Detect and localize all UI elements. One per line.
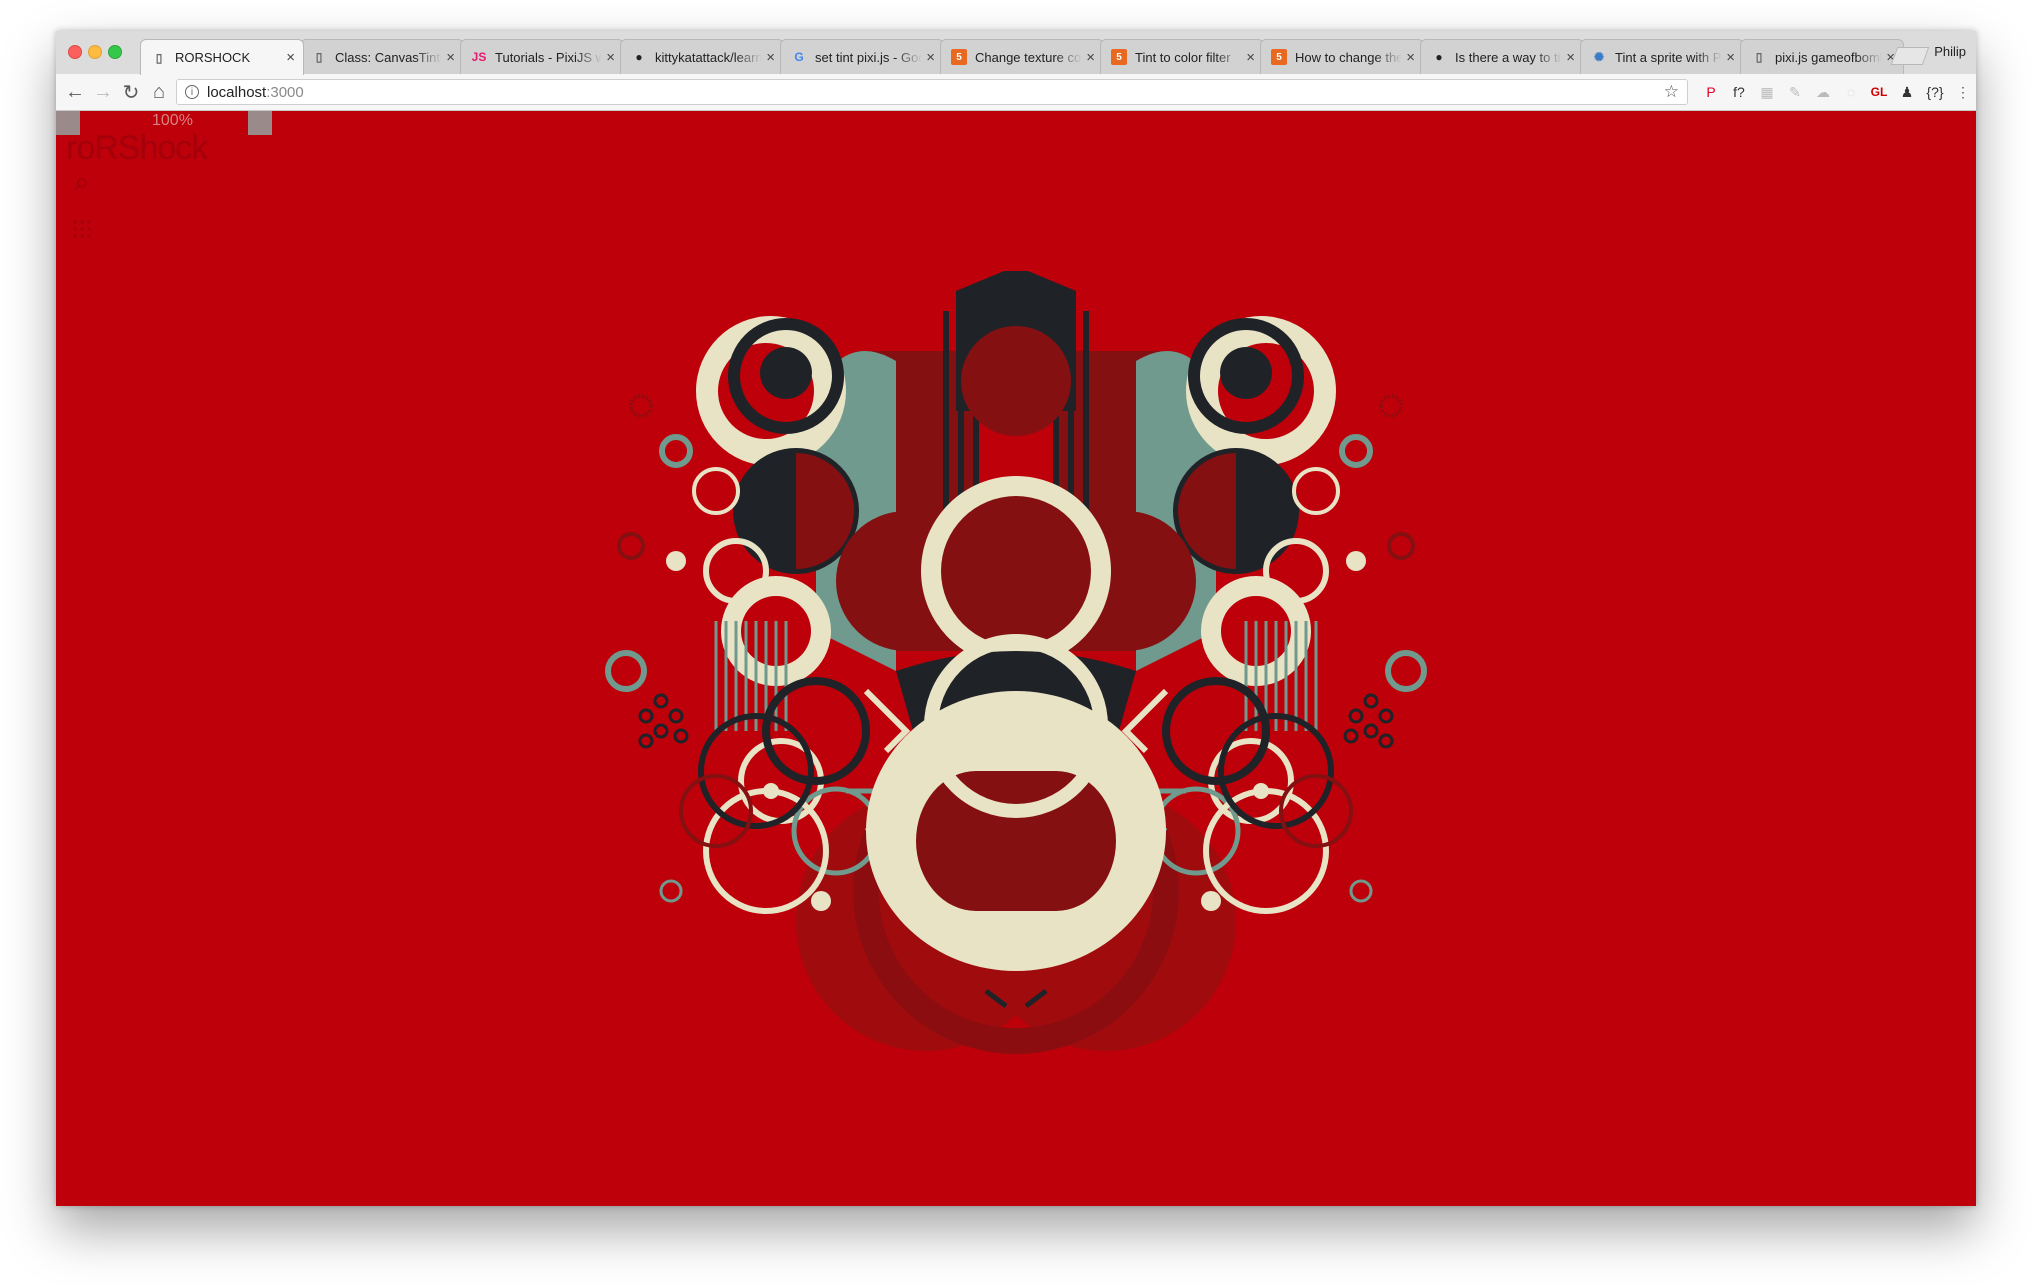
url-host: localhost — [207, 83, 267, 101]
json-formatter-icon[interactable]: {?} — [1924, 82, 1946, 102]
grid-icon[interactable] — [72, 219, 92, 239]
tab-title: Tint to color filter — [1135, 49, 1231, 65]
close-tab-icon[interactable]: × — [926, 49, 935, 66]
tab-title: Tutorials - PixiJS wiki — [495, 49, 602, 65]
page-icon: ▯ — [155, 50, 163, 65]
close-tab-icon[interactable]: × — [286, 49, 295, 66]
tab-title: Change texture color — [975, 49, 1082, 65]
webgl-inspector-icon[interactable]: GL — [1868, 82, 1890, 102]
tab-4[interactable]: Gset tint pixi.js - Google Search× — [780, 39, 944, 74]
hud-block-right — [248, 111, 272, 135]
page-icon: ▯ — [1755, 50, 1763, 64]
close-tab-icon[interactable]: × — [1246, 49, 1255, 66]
tab-title: kittykatattack/learningPixi — [655, 49, 763, 65]
bookmark-star-icon[interactable]: ☆ — [1664, 82, 1679, 102]
tab-title: RORSHOCK — [175, 50, 251, 65]
profile-name[interactable]: Philip — [1934, 44, 1966, 59]
tab-title: pixi.js gameofbombs — [1775, 49, 1883, 65]
tab-0[interactable]: ▯ RORSHOCK × — [140, 39, 304, 75]
maximize-window-button[interactable] — [108, 45, 122, 59]
pixi-canvas[interactable]: 100% roRShock — [56, 111, 1976, 1206]
close-tab-icon[interactable]: × — [1406, 49, 1415, 66]
reload-icon: ↻ — [122, 81, 140, 104]
tab-title: Is there a way to tint — [1455, 49, 1563, 65]
tab-9[interactable]: ✺ Tint a sprite with Pixi × — [1580, 39, 1744, 74]
extension-grid-icon[interactable]: ▦ — [1756, 82, 1778, 102]
tab-8[interactable]: ● Is there a way to tint × — [1420, 39, 1584, 74]
page-icon: ▯ — [315, 50, 323, 64]
github-icon: ● — [635, 50, 643, 64]
close-tab-icon[interactable]: × — [1726, 49, 1735, 66]
tab-title: set tint pixi.js - Google Search — [815, 49, 922, 65]
browser-toolbar: ← → ↻ ⌂ i localhost:3000 ☆ Pf? ▦ ✎ ☁ ◌ GL ♟ {?}… — [56, 74, 1976, 111]
js-icon: JS — [471, 50, 487, 64]
tab-6[interactable]: 5 Tint to color filter × — [1100, 39, 1264, 74]
google-icon: G — [794, 50, 804, 64]
html5-icon: 5 — [1271, 49, 1287, 65]
tab-5[interactable]: 5 Change texture color× — [940, 39, 1104, 74]
tab-1[interactable]: ▯ Class: CanvasTinter × — [300, 39, 464, 74]
new-tab-button[interactable] — [1890, 47, 1930, 65]
tab-2[interactable]: JS Tutorials - PixiJS wiki× — [460, 39, 624, 74]
close-tab-icon[interactable]: × — [446, 49, 455, 66]
html5-icon: 5 — [1111, 49, 1127, 65]
extension-eye-icon[interactable]: ◌ — [1840, 82, 1862, 102]
arrow-right-icon: → — [93, 80, 113, 103]
home-button[interactable]: ⌂ — [146, 80, 172, 104]
home-icon: ⌂ — [152, 80, 166, 103]
menu-icon[interactable]: ⋮ — [1952, 82, 1974, 102]
tab-10[interactable]: ▯ pixi.js gameofbombs × — [1740, 39, 1904, 74]
html5-icon: 5 — [951, 49, 967, 65]
tab-title: How to change the tint — [1295, 49, 1403, 65]
tab-7[interactable]: 5 How to change the tint× — [1260, 39, 1424, 74]
rorschach-artwork — [605, 271, 1456, 1054]
close-tab-icon[interactable]: × — [1566, 49, 1575, 66]
github-icon: ● — [1435, 50, 1443, 64]
extension-person-icon[interactable]: ♟ — [1896, 82, 1918, 102]
back-button[interactable]: ← — [62, 80, 88, 104]
forward-button[interactable]: → — [90, 80, 116, 104]
close-window-button[interactable] — [68, 45, 82, 59]
tab-title: Class: CanvasTinter — [335, 49, 443, 65]
address-bar[interactable]: i localhost:3000 ☆ — [176, 79, 1688, 105]
url-port: :3000 — [266, 83, 304, 101]
hud-percent: 100% — [152, 112, 193, 129]
close-tab-icon[interactable]: × — [606, 49, 615, 66]
pinterest-icon[interactable]: P — [1700, 82, 1722, 102]
tab-strip: ▯ RORSHOCK × ▯ Class: CanvasTinter × JS Tutoria… — [56, 31, 1976, 75]
extension-feather-icon[interactable]: ✎ — [1784, 82, 1806, 102]
arrow-left-icon: ← — [65, 80, 85, 103]
font-finder-icon[interactable]: f? — [1728, 82, 1750, 102]
close-tab-icon[interactable]: × — [766, 49, 775, 66]
pixi-icon: ✺ — [1593, 50, 1605, 64]
tab-title: Tint a sprite with Pixi — [1615, 49, 1723, 65]
search-icon[interactable] — [74, 177, 88, 191]
browser-window: ▯ RORSHOCK × ▯ Class: CanvasTinter × JS Tutoria… — [56, 31, 1976, 1206]
hud-title: roRShock — [66, 129, 208, 167]
reload-button[interactable]: ↻ — [118, 80, 144, 104]
minimize-window-button[interactable] — [88, 45, 102, 59]
info-icon[interactable]: i — [185, 85, 199, 99]
extension-cloud-icon[interactable]: ☁ — [1812, 82, 1834, 102]
tab-3[interactable]: ● kittykatattack/learningPixi× — [620, 39, 784, 74]
close-tab-icon[interactable]: × — [1086, 49, 1095, 66]
